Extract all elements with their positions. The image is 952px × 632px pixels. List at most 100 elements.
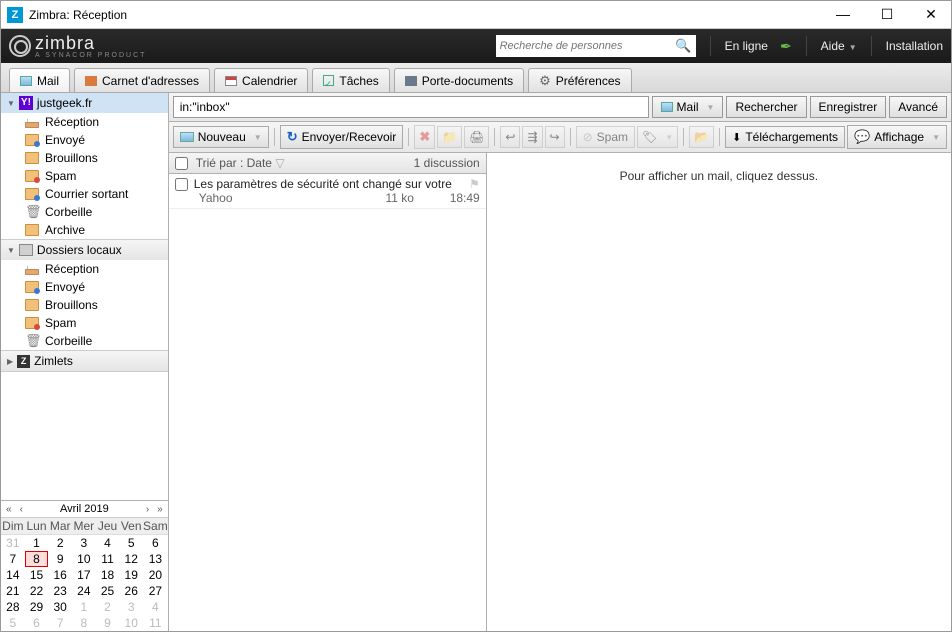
quill-icon[interactable]: ✒ (780, 38, 792, 55)
help-link[interactable]: Aide▼ (821, 39, 857, 53)
cal-day[interactable]: 8 (72, 615, 96, 631)
display-button[interactable]: 💬Affichage▼ (847, 125, 947, 149)
cal-day[interactable]: 21 (1, 583, 25, 599)
folder-inbox[interactable]: Réception (1, 113, 168, 131)
reply-button[interactable]: ↩ (500, 126, 520, 148)
cal-day[interactable]: 10 (72, 551, 96, 567)
status-label[interactable]: En ligne (725, 39, 768, 53)
cal-day[interactable]: 3 (119, 599, 143, 615)
cal-day[interactable]: 7 (48, 615, 72, 631)
folder-spam[interactable]: Spam (1, 167, 168, 185)
forward-button[interactable]: ↪ (545, 126, 565, 148)
search-icon[interactable]: 🔍 (675, 38, 691, 54)
cal-day[interactable]: 22 (25, 583, 49, 599)
cal-day[interactable]: 29 (25, 599, 49, 615)
local-inbox[interactable]: Réception (1, 260, 168, 278)
folder-trash[interactable]: 🗑Corbeille (1, 203, 168, 221)
advanced-search-button[interactable]: Avancé (889, 96, 947, 118)
folder-drafts[interactable]: Brouillons (1, 149, 168, 167)
local-sent[interactable]: Envoyé (1, 278, 168, 296)
new-button[interactable]: Nouveau▼ (173, 126, 269, 148)
cal-day[interactable]: 6 (25, 615, 49, 631)
cal-day[interactable]: 1 (72, 599, 96, 615)
move-button[interactable]: 📁 (437, 126, 462, 148)
flag-icon[interactable]: ⚑ (469, 177, 480, 191)
folder-outbox[interactable]: Courrier sortant (1, 185, 168, 203)
cal-day[interactable]: 3 (72, 535, 96, 551)
cal-day[interactable]: 2 (48, 535, 72, 551)
tag-button[interactable]: 🏷▼ (637, 126, 678, 148)
folder-button[interactable]: 📂 (689, 126, 714, 148)
cal-day[interactable]: 18 (96, 567, 120, 583)
spam-button[interactable]: ⊘Spam (576, 126, 635, 148)
cal-day[interactable]: 27 (143, 583, 168, 599)
cal-day[interactable]: 4 (143, 599, 168, 615)
tab-mail[interactable]: Mail (9, 68, 70, 92)
cal-day[interactable]: 17 (72, 567, 96, 583)
local-spam[interactable]: Spam (1, 314, 168, 332)
tab-briefcase[interactable]: Porte-documents (394, 68, 524, 92)
downloads-button[interactable]: ⬇Téléchargements (725, 126, 845, 148)
cal-first[interactable]: « (3, 504, 15, 515)
cal-prev[interactable]: ‹ (17, 504, 26, 515)
cal-day[interactable]: 19 (119, 567, 143, 583)
account-header[interactable]: ▼ Y! justgeek.fr (1, 93, 168, 113)
cal-day[interactable]: 9 (96, 615, 120, 631)
cal-last[interactable]: » (154, 504, 166, 515)
cal-day[interactable]: 9 (48, 551, 72, 567)
local-trash[interactable]: 🗑Corbeille (1, 332, 168, 350)
message-item[interactable]: Les paramètres de sécurité ont changé su… (169, 174, 486, 209)
message-checkbox[interactable] (175, 178, 188, 191)
local-drafts[interactable]: Brouillons (1, 296, 168, 314)
cal-day[interactable]: 30 (48, 599, 72, 615)
maximize-button[interactable]: ☐ (873, 5, 901, 25)
cal-day[interactable]: 28 (1, 599, 25, 615)
zimlets-header[interactable]: ▶ Z Zimlets (1, 351, 168, 371)
send-receive-button[interactable]: ↻Envoyer/Recevoir (280, 125, 404, 149)
cal-day[interactable]: 6 (143, 535, 168, 551)
folder-archive[interactable]: Archive (1, 221, 168, 239)
cal-day[interactable]: 1 (25, 535, 49, 551)
search-scope-button[interactable]: Mail▼ (652, 96, 724, 118)
search-button[interactable]: Rechercher (726, 96, 806, 118)
cal-day[interactable]: 7 (1, 551, 25, 567)
tab-prefs[interactable]: ⚙Préférences (528, 68, 631, 92)
cal-next[interactable]: › (143, 504, 152, 515)
people-search-input[interactable] (500, 40, 676, 52)
select-all-checkbox[interactable] (175, 157, 188, 170)
cal-day[interactable]: 23 (48, 583, 72, 599)
cal-day[interactable]: 24 (72, 583, 96, 599)
reply-all-button[interactable]: ⇶ (522, 126, 542, 148)
cal-day[interactable]: 31 (1, 535, 25, 551)
cal-day[interactable]: 12 (119, 551, 143, 567)
tab-tasks[interactable]: Tâches (312, 68, 389, 92)
minimize-button[interactable]: — (829, 5, 857, 25)
cal-day[interactable]: 5 (1, 615, 25, 631)
cal-day[interactable]: 2 (96, 599, 120, 615)
people-search[interactable]: 🔍 (496, 35, 696, 57)
folder-sent[interactable]: Envoyé (1, 131, 168, 149)
tab-contacts[interactable]: Carnet d'adresses (74, 68, 210, 92)
cal-day[interactable]: 25 (96, 583, 120, 599)
sort-label[interactable]: Trié par : Date ▽ (196, 156, 414, 170)
save-search-button[interactable]: Enregistrer (810, 96, 887, 118)
cal-day[interactable]: 11 (143, 615, 168, 631)
cal-day[interactable]: 15 (25, 567, 49, 583)
cal-day[interactable]: 20 (143, 567, 168, 583)
cal-day[interactable]: 10 (119, 615, 143, 631)
cal-day[interactable]: 26 (119, 583, 143, 599)
search-query-input[interactable] (173, 96, 649, 118)
cal-day[interactable]: 8 (25, 551, 49, 567)
close-button[interactable]: ✕ (917, 5, 945, 25)
cal-day[interactable]: 16 (48, 567, 72, 583)
cal-day[interactable]: 5 (119, 535, 143, 551)
cal-day[interactable]: 11 (96, 551, 120, 567)
cal-day[interactable]: 14 (1, 567, 25, 583)
tab-calendar[interactable]: Calendrier (214, 68, 308, 92)
cal-day[interactable]: 4 (96, 535, 120, 551)
delete-button[interactable]: ✖ (414, 125, 435, 149)
print-button[interactable]: 🖨 (464, 126, 489, 148)
local-folders-header[interactable]: ▼ Dossiers locaux (1, 240, 168, 260)
cal-day[interactable]: 13 (143, 551, 168, 567)
install-link[interactable]: Installation (886, 39, 943, 53)
